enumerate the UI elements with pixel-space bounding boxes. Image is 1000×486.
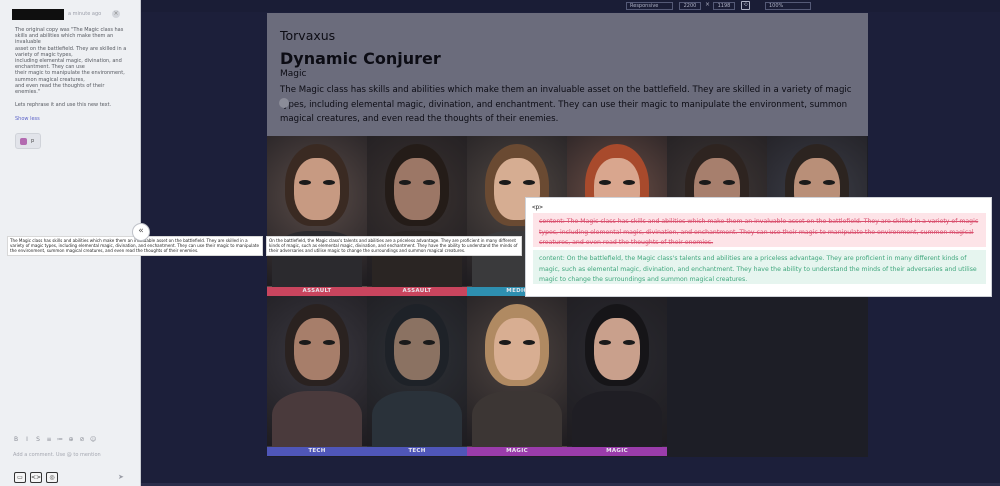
character-portrait [467,296,567,451]
comment-message-followup: Lets rephrase it and use this new text. [15,102,112,108]
character-card[interactable]: ASSAULT [367,136,467,296]
comment-format-toolbar: B I S ≡ ≔ ⊕ ⊘ ☺ [13,436,96,443]
viewport-width-field[interactable]: 2200 [679,2,701,10]
italic-icon[interactable]: I [24,436,30,443]
code-icon[interactable]: <> [30,472,42,483]
class-label: TECH [367,447,467,456]
redacted-user-name [12,9,64,20]
portrait-eyes [397,340,437,345]
attachment-chip[interactable]: p [15,133,41,149]
attachment-label: p [31,138,35,144]
comment-timestamp: a minute ago [68,11,102,17]
viewport-select[interactable]: Responsive [626,2,673,10]
portrait-eyes [297,340,337,345]
portrait-face [294,158,340,220]
comment-attachment-bar: ▭ <> ◎ [14,472,58,483]
character-card[interactable]: MAGIC [567,296,667,456]
portrait-eyes [497,180,537,185]
portrait-body [572,391,662,451]
class-label: MAGIC [467,447,567,456]
element-tag: <p> [532,204,543,211]
bold-icon[interactable]: B [13,436,19,443]
character-card[interactable]: TECH [267,296,367,456]
numbered-list-icon[interactable]: ≔ [57,436,63,443]
portrait-face [594,318,640,380]
brand-name: Torvaxus [280,28,336,43]
emoji-icon[interactable]: ☺ [90,436,96,443]
character-card[interactable]: MAGIC [467,296,567,456]
camera-icon[interactable]: ◎ [46,472,58,483]
character-portrait [367,136,467,291]
portrait-body [372,391,462,451]
show-less-link[interactable]: Show less [15,116,40,122]
component-icon [20,138,27,145]
added-content: content: On the battlefield, the Magic c… [533,250,986,284]
viewport-height-field[interactable]: 1198 [713,2,735,10]
character-card[interactable]: ASSAULT [267,136,367,296]
class-label: MAGIC [567,447,667,456]
after-text-panel: On the battlefield, the Magic class's ta… [266,236,522,256]
clear-format-icon[interactable]: ⊘ [79,436,85,443]
character-portrait [267,136,367,291]
portrait-eyes [497,340,537,345]
link-icon[interactable]: ⊕ [68,436,74,443]
character-portrait [267,296,367,451]
dimension-separator: × [705,1,711,8]
portrait-eyes [597,340,637,345]
portrait-eyes [597,180,637,185]
class-label: ASSAULT [367,287,467,296]
class-label: TECH [267,447,367,456]
class-description[interactable]: The Magic class has skills and abilities… [280,83,855,127]
portrait-face [294,318,340,380]
rotate-icon[interactable]: ⟲ [741,1,750,10]
class-header: Torvaxus Dynamic Conjurer Magic The Magi… [267,13,868,136]
character-card[interactable]: TECH [367,296,467,456]
diff-panel: <p> content: The Magic class has skills … [525,197,992,297]
portrait-body [272,391,362,451]
portrait-face [394,318,440,380]
viewport-toolbar: Responsive 2200 × 1198 ⟲ 100% [141,0,1000,12]
bullet-list-icon[interactable]: ≡ [46,436,52,443]
collapse-panel-button[interactable]: « [132,223,150,241]
portrait-eyes [697,180,737,185]
portrait-face [494,318,540,380]
portrait-eyes [297,180,337,185]
portrait-face [394,158,440,220]
comment-input[interactable]: Add a comment. Use @ to mention [13,452,101,458]
portrait-eyes [797,180,837,185]
character-portrait [367,296,467,451]
send-icon[interactable]: ➤ [118,473,124,481]
class-name: Magic [280,69,307,79]
removed-content: content: The Magic class has skills and … [533,213,986,247]
zoom-select[interactable]: 100% [765,2,811,10]
page-title: Dynamic Conjurer [280,49,441,68]
portrait-eyes [397,180,437,185]
strikethrough-icon[interactable]: S [35,436,41,443]
video-icon[interactable]: ▭ [14,472,26,483]
edit-marker-icon[interactable] [279,98,289,108]
close-icon[interactable]: × [112,10,120,18]
portrait-body [472,391,562,451]
character-portrait [567,296,667,451]
comment-message: The original copy was "The Magic class h… [15,27,127,96]
class-label: ASSAULT [267,287,367,296]
